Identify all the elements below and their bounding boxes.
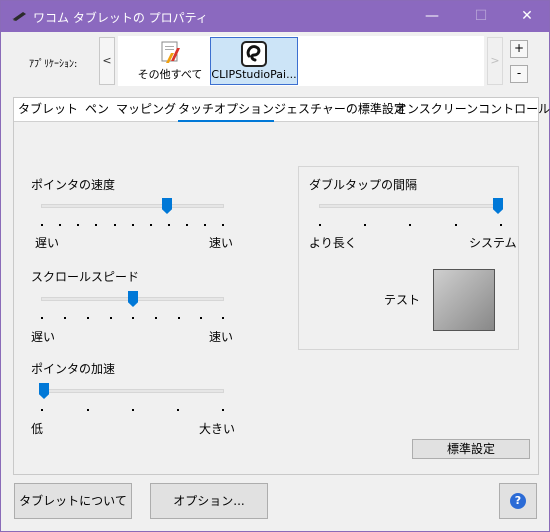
title-bar: ワコム タブレットの プロパティ — ☐ ✕ <box>1 1 549 32</box>
minimize-button[interactable]: — <box>409 1 455 32</box>
pointer-acceleration-max-label: 大きい <box>199 422 236 436</box>
application-bar: ｱﾌﾟﾘｹｰｼｮﾝ: < その他すべて CLIPStudioPai... > +… <box>1 32 549 94</box>
double-tap-test-area[interactable] <box>433 269 495 331</box>
app-scroll-right-button: > <box>487 37 503 85</box>
add-application-button[interactable]: + <box>510 40 528 58</box>
all-apps-icon <box>161 41 180 63</box>
properties-window: ワコム タブレットの プロパティ — ☐ ✕ ｱﾌﾟﾘｹｰｼｮﾝ: < その他す… <box>0 0 550 532</box>
about-tablet-button[interactable]: タブレットについて <box>14 483 132 519</box>
pointer-speed-track <box>41 204 224 208</box>
tab-gesture-defaults[interactable]: ジェスチャーの標準設定 <box>274 98 406 121</box>
tab-pen[interactable]: ペン <box>82 98 112 121</box>
default-settings-button[interactable]: 標準設定 <box>412 439 530 459</box>
scroll-speed-label: スクロールスピード <box>31 270 140 284</box>
close-button[interactable]: ✕ <box>504 1 550 32</box>
tablet-icon <box>12 12 26 21</box>
tab-tablet[interactable]: タブレット <box>14 98 82 121</box>
test-label: テスト <box>384 293 421 307</box>
help-button[interactable]: ? <box>499 483 537 519</box>
pointer-acceleration-label: ポインタの加速 <box>31 362 116 376</box>
maximize-button: ☐ <box>474 8 488 24</box>
tab-bar: タブレット ペン マッピング タッチオプション ジェスチャーの標準設定 オンスク… <box>14 98 550 122</box>
remove-application-button[interactable]: - <box>510 65 528 83</box>
pointer-speed-label: ポインタの速度 <box>31 178 116 192</box>
app-item-clip-studio[interactable]: CLIPStudioPai... <box>210 37 298 85</box>
scroll-speed-min-label: 遅い <box>31 330 56 344</box>
clip-studio-icon <box>241 41 267 67</box>
double-tap-max-label: システム <box>469 236 517 250</box>
double-tap-label: ダブルタップの間隔 <box>309 178 418 192</box>
help-icon: ? <box>510 493 526 509</box>
app-scroll-left-button[interactable]: < <box>99 37 115 85</box>
window-title: ワコム タブレットの プロパティ <box>33 11 208 25</box>
application-label: ｱﾌﾟﾘｹｰｼｮﾝ: <box>29 59 78 70</box>
pointer-speed-min-label: 遅い <box>35 236 60 250</box>
double-tap-track <box>319 204 502 208</box>
options-button[interactable]: オプション... <box>150 483 268 519</box>
app-item-label: その他すべて <box>137 68 203 81</box>
scroll-speed-max-label: 速い <box>209 330 234 344</box>
double-tap-min-label: より長く <box>309 236 357 250</box>
app-item-label: CLIPStudioPai... <box>211 68 297 81</box>
pointer-acceleration-min-label: 低 <box>31 422 44 436</box>
app-item-all-others[interactable]: その他すべて <box>128 37 212 85</box>
tab-mapping[interactable]: マッピング <box>114 98 178 121</box>
tab-onscreen-controls[interactable]: オンスクリーンコントロール <box>395 98 550 121</box>
tab-touch-options[interactable]: タッチオプション <box>178 98 274 122</box>
pointer-speed-max-label: 速い <box>209 236 234 250</box>
application-list: その他すべて CLIPStudioPai... <box>118 36 484 86</box>
pointer-acceleration-track <box>41 389 224 393</box>
